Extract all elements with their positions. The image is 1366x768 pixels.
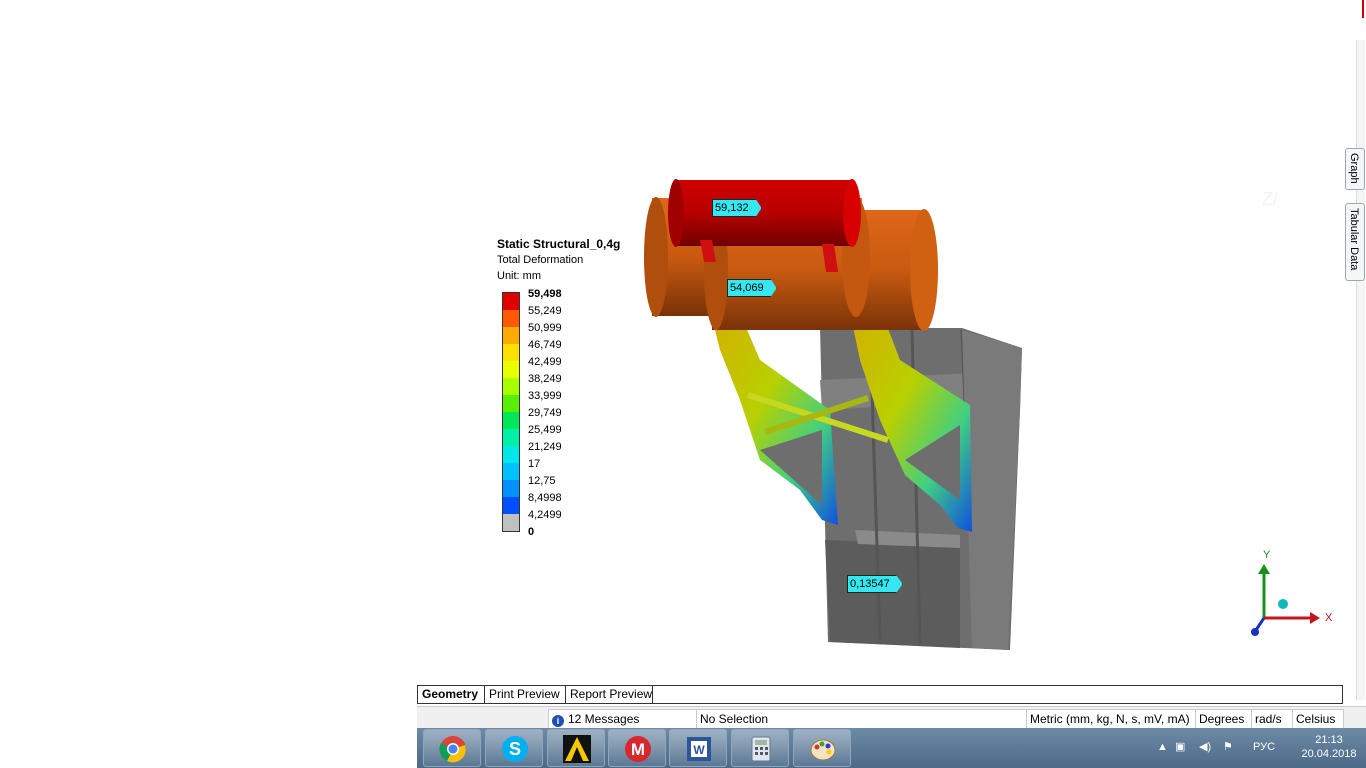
- model-render[interactable]: Z/: [0, 0, 1342, 686]
- svg-text:M: M: [631, 740, 645, 759]
- input-language[interactable]: РУС: [1253, 741, 1275, 753]
- archicad-icon: [563, 735, 591, 763]
- clock-date: 20.04.2018: [1301, 748, 1357, 760]
- skype-icon: S: [502, 736, 528, 762]
- tab-print-preview[interactable]: Print Preview: [484, 686, 564, 703]
- show-hidden-icons-icon[interactable]: ▲: [1157, 741, 1168, 753]
- svg-text:W: W: [693, 743, 705, 757]
- windows-taskbar: S M W ▲ ▣ ◀) ⚑ РУС 21:13 20.04.2018: [417, 728, 1366, 768]
- taskbar-mega[interactable]: M: [608, 729, 666, 767]
- network-icon[interactable]: ▣: [1175, 740, 1185, 753]
- messages-indicator[interactable]: i 12 Messages: [548, 709, 697, 729]
- svg-text:Z/: Z/: [1262, 189, 1278, 209]
- calculator-icon: [751, 736, 771, 762]
- tab-tabular-data-label: Tabular Data: [1348, 208, 1360, 271]
- right-side-panel: Graph Tabular Data: [1342, 0, 1366, 706]
- tab-report-preview[interactable]: Report Preview: [565, 686, 656, 703]
- probe-label-max[interactable]: 59,132: [712, 199, 762, 217]
- axis-triad[interactable]: Y X: [1246, 548, 1342, 644]
- chrome-icon: [439, 736, 466, 763]
- taskbar-archicad[interactable]: [547, 729, 605, 767]
- taskbar-chrome[interactable]: [423, 729, 481, 767]
- unit-system[interactable]: Metric (mm, kg, N, s, mV, mA): [1026, 709, 1196, 729]
- axis-x-label: X: [1325, 612, 1333, 624]
- tab-graph[interactable]: Graph: [1345, 148, 1365, 190]
- view-tabs: Geometry Print Preview Report Preview: [417, 685, 1343, 704]
- graphics-viewport[interactable]: Static Structural_0,4g Total Deformation…: [0, 0, 1342, 686]
- word-icon: W: [687, 737, 711, 761]
- volume-icon[interactable]: ◀): [1199, 740, 1211, 753]
- info-icon: i: [552, 715, 564, 727]
- probe-label-min[interactable]: 0,13547: [847, 575, 903, 593]
- paint-icon: [810, 739, 836, 761]
- tab-graph-label: Graph: [1348, 153, 1360, 184]
- svg-text:S: S: [509, 739, 521, 759]
- tab-geometry[interactable]: Geometry: [418, 686, 482, 703]
- status-bar: i 12 Messages No Selection Metric (mm, kg…: [417, 706, 1366, 729]
- axis-y-label: Y: [1263, 549, 1271, 561]
- taskbar-calculator[interactable]: [731, 729, 789, 767]
- taskbar-paint[interactable]: [793, 729, 851, 767]
- temperature-unit[interactable]: Celsius: [1292, 709, 1344, 729]
- vertical-scrollbar[interactable]: [1356, 40, 1365, 700]
- messages-count: 12 Messages: [568, 712, 640, 726]
- angle-unit[interactable]: Degrees: [1195, 709, 1252, 729]
- rotational-velocity-unit[interactable]: rad/s: [1251, 709, 1293, 729]
- tab-tabular-data[interactable]: Tabular Data: [1345, 203, 1365, 281]
- clock[interactable]: 21:13 20.04.2018: [1297, 733, 1361, 761]
- taskbar-word[interactable]: W: [669, 729, 727, 767]
- taskbar-skype[interactable]: S: [485, 729, 543, 767]
- flag-icon[interactable]: ⚑: [1223, 740, 1233, 753]
- clock-time: 21:13: [1315, 734, 1343, 746]
- probe-label-mid[interactable]: 54,069: [727, 279, 777, 297]
- mega-icon: M: [625, 736, 651, 762]
- selection-status: No Selection: [696, 709, 1027, 729]
- system-tray: ▲ ▣ ◀) ⚑ РУС 21:13 20.04.2018: [1157, 728, 1366, 768]
